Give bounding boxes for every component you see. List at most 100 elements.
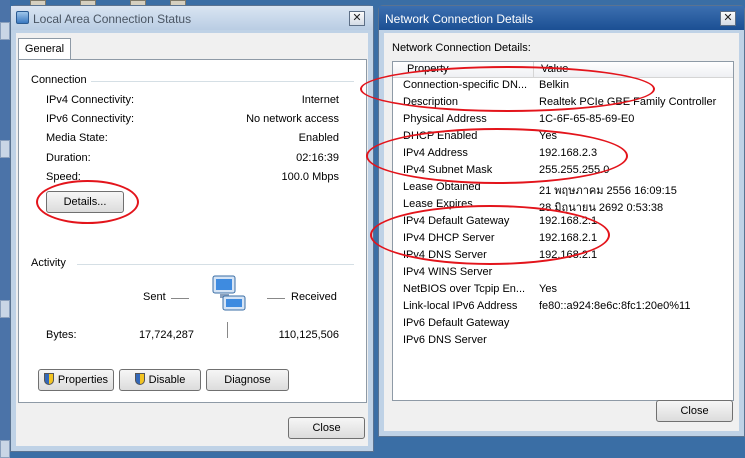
network-icon — [16, 11, 29, 24]
value-cell: 255.255.255.0 — [539, 164, 610, 176]
value-cell: 28 มิถุนายน 2692 0:53:38 — [539, 202, 664, 214]
list-item[interactable]: Lease Obtained 21 พฤษภาคม 2556 16:09:15 — [393, 181, 733, 198]
value-cell: Belkin — [539, 79, 569, 91]
property-cell: Lease Expires — [403, 198, 473, 210]
property-cell: IPv4 Subnet Mask — [403, 164, 493, 176]
list-item[interactable]: IPv4 Subnet Mask 255.255.255.0 — [393, 164, 733, 181]
property-cell: Physical Address — [403, 113, 487, 125]
bytes-label: Bytes: — [46, 329, 77, 341]
disable-button-label: Disable — [148, 374, 186, 386]
list-item[interactable]: IPv4 DNS Server 192.168.2.1 — [393, 249, 733, 266]
value-cell: 1C-6F-65-85-69-E0 — [539, 113, 635, 125]
desktop-shortcut-icon[interactable] — [0, 440, 10, 458]
media-state-label: Media State: — [46, 132, 108, 144]
sent-line — [171, 298, 189, 299]
close-icon[interactable]: ✕ — [349, 11, 365, 26]
list-item[interactable]: IPv4 Default Gateway 192.168.2.1 — [393, 215, 733, 232]
divider — [77, 264, 354, 265]
list-item[interactable]: IPv6 Default Gateway — [393, 317, 733, 334]
uac-shield-icon — [43, 373, 54, 385]
list-item[interactable]: IPv4 WINS Server — [393, 266, 733, 283]
list-item[interactable]: NetBIOS over Tcpip En... Yes — [393, 283, 733, 300]
duration-label: Duration: — [46, 152, 91, 164]
property-cell: Link-local IPv6 Address — [403, 300, 518, 312]
details-window-titlebar[interactable]: Network Connection Details ✕ — [379, 6, 744, 30]
details-button[interactable]: Details... — [46, 191, 124, 213]
value-cell: fe80::a924:8e6c:8fc1:20e0%11 — [539, 300, 691, 312]
property-cell: IPv4 Default Gateway — [403, 215, 510, 227]
property-cell: IPv4 DNS Server — [403, 249, 487, 261]
property-cell: Description — [403, 96, 459, 108]
tab-general[interactable]: General — [18, 38, 71, 60]
properties-button-label: Properties — [57, 374, 109, 386]
property-cell: DHCP Enabled — [403, 130, 478, 142]
bytes-received-value: 110,125,506 — [278, 329, 339, 341]
desktop-shortcut-icon[interactable] — [0, 300, 10, 318]
list-item[interactable]: DHCP Enabled Yes — [393, 130, 733, 147]
bytes-sent-value: 17,724,287 — [138, 329, 194, 341]
value-cell: Yes — [539, 130, 557, 142]
activity-heading: Activity — [31, 257, 66, 269]
property-cell: NetBIOS over Tcpip En... — [403, 283, 526, 295]
status-window-title: Local Area Connection Status — [33, 12, 192, 26]
details-section-label: Network Connection Details: — [392, 42, 531, 54]
status-close-button[interactable]: Close — [288, 417, 365, 439]
property-cell: IPv6 DNS Server — [403, 334, 487, 346]
list-item[interactable]: IPv4 Address 192.168.2.3 — [393, 147, 733, 164]
list-item[interactable]: IPv4 DHCP Server 192.168.2.1 — [393, 232, 733, 249]
ipv4-connectivity-value: Internet — [301, 94, 339, 106]
property-cell: IPv4 Address — [403, 147, 468, 159]
property-cell: Connection-specific DN... — [403, 79, 528, 91]
desktop-shortcut-icon[interactable] — [0, 22, 10, 40]
value-cell: 192.168.2.1 — [539, 215, 598, 227]
property-cell: IPv6 Default Gateway — [403, 317, 510, 329]
list-item[interactable]: Lease Expires 28 มิถุนายน 2692 0:53:38 — [393, 198, 733, 215]
list-item[interactable]: Link-local IPv6 Address fe80::a924:8e6c:8… — [393, 300, 733, 317]
details-window: Network Connection Details ✕ Network Con… — [378, 5, 745, 437]
close-icon[interactable]: ✕ — [720, 11, 736, 26]
speed-value: 100.0 Mbps — [281, 171, 339, 183]
value-cell: 192.168.2.3 — [539, 147, 598, 159]
connection-heading: Connection — [31, 74, 87, 86]
column-header-property[interactable]: Property — [407, 63, 449, 75]
value-cell: 21 พฤษภาคม 2556 16:09:15 — [539, 185, 677, 197]
general-tab-panel: Connection IPv4 Connectivity: Internet I… — [18, 59, 367, 403]
sent-label: Sent — [143, 291, 166, 303]
details-list[interactable]: Property Value Connection-specific DN...… — [392, 61, 734, 401]
details-list-header: Property Value — [393, 62, 733, 78]
status-window-titlebar[interactable]: Local Area Connection Status ✕ — [11, 6, 373, 30]
received-line — [267, 298, 285, 299]
activity-separator — [227, 322, 228, 338]
network-activity-icon — [212, 275, 246, 311]
received-label: Received — [291, 291, 337, 303]
value-cell: 192.168.2.1 — [539, 232, 598, 244]
duration-value: 02:16:39 — [296, 152, 339, 164]
list-item[interactable]: IPv6 DNS Server — [393, 334, 733, 351]
status-window-client: General Connection IPv4 Connectivity: In… — [16, 33, 368, 446]
disable-button[interactable]: Disable — [119, 369, 201, 391]
ipv6-connectivity-label: IPv6 Connectivity: — [46, 113, 135, 125]
ipv4-connectivity-label: IPv4 Connectivity: — [46, 94, 135, 106]
property-cell: Lease Obtained — [403, 181, 481, 193]
list-item[interactable]: Physical Address 1C-6F-65-85-69-E0 — [393, 113, 733, 130]
ipv6-connectivity-value: No network access — [246, 113, 339, 125]
column-divider[interactable] — [533, 62, 534, 77]
desktop-edge — [0, 0, 10, 457]
value-cell: Realtek PCIe GBE Family Controller — [539, 96, 717, 108]
list-item[interactable]: Description Realtek PCIe GBE Family Contr… — [393, 96, 733, 113]
diagnose-button[interactable]: Diagnose — [206, 369, 289, 391]
property-cell: IPv4 DHCP Server — [403, 232, 495, 244]
value-cell: Yes — [539, 283, 557, 295]
desktop-shortcut-icon[interactable] — [0, 140, 10, 158]
speed-label: Speed: — [46, 171, 81, 183]
list-item[interactable]: Connection-specific DN... Belkin — [393, 79, 733, 96]
property-cell: IPv4 WINS Server — [403, 266, 493, 278]
value-cell: 192.168.2.1 — [539, 249, 598, 261]
divider — [91, 81, 354, 82]
properties-button[interactable]: Properties — [38, 369, 114, 391]
details-window-client: Network Connection Details: Property Val… — [384, 33, 739, 431]
status-window: Local Area Connection Status ✕ General C… — [10, 5, 374, 452]
details-window-title: Network Connection Details — [385, 12, 534, 26]
details-close-button[interactable]: Close — [656, 400, 733, 422]
column-header-value[interactable]: Value — [541, 63, 568, 75]
